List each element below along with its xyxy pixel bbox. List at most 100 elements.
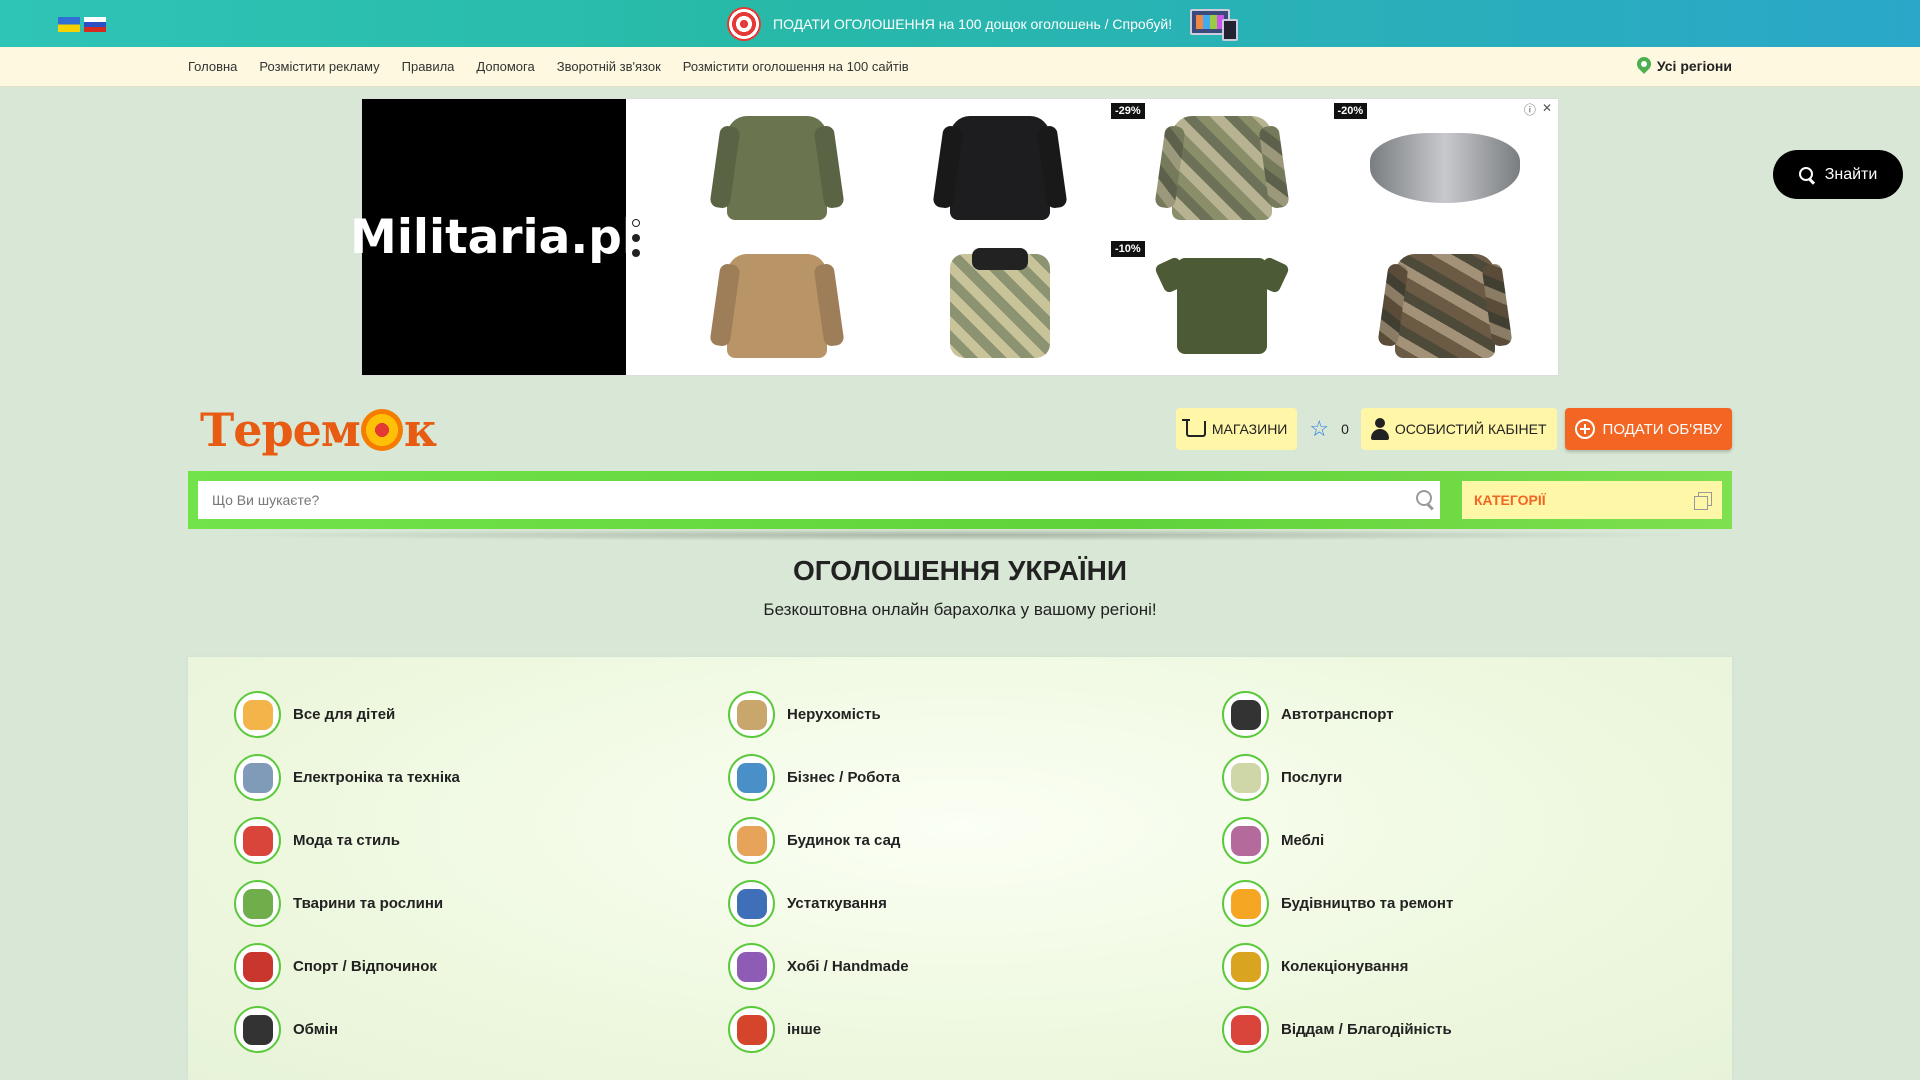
category-label: Тварини та рослини	[293, 895, 444, 912]
star-icon: ☆	[1309, 416, 1330, 441]
category-item[interactable]: Будинок та сад	[728, 817, 1222, 864]
ad-product[interactable]: -29%	[1111, 99, 1334, 237]
category-label: Віддам / Благодійність	[1281, 1021, 1452, 1038]
search-icon	[1798, 166, 1815, 183]
categories-panel: Все для дітей Нерухомість Автотранспорт Еле…	[188, 657, 1732, 1080]
category-item[interactable]: Спорт / Відпочинок	[234, 943, 728, 990]
category-icon	[234, 880, 281, 927]
category-icon	[728, 943, 775, 990]
nav-link-feedback[interactable]: Зворотній зв'язок	[557, 59, 661, 74]
category-label: Будинок та сад	[787, 832, 901, 849]
post-ad-button[interactable]: ПОДАТИ ОБ'ЯВУ	[1564, 408, 1732, 450]
discount-badge: -29%	[1111, 103, 1145, 119]
page-subtitle: Безкоштовна онлайн барахолка у вашому ре…	[763, 600, 1157, 619]
ad-close-icon[interactable]: ✕	[1542, 101, 1552, 118]
nav-link-100-sites[interactable]: Розмістити оголошення на 100 сайтів	[683, 59, 909, 74]
site-logo[interactable]: Терем к	[200, 402, 437, 458]
category-label: Хобі / Handmade	[787, 958, 909, 975]
cart-icon	[1181, 419, 1206, 437]
category-icon	[1222, 943, 1269, 990]
category-icon	[234, 943, 281, 990]
user-icon	[1370, 418, 1389, 440]
ad-banner[interactable]: Militaria.pl -29% -20% -10% ⓘ ✕	[350, 98, 1559, 376]
category-item[interactable]: Електроніка та техніка	[234, 754, 728, 801]
category-item[interactable]: Автотранспорт	[1222, 691, 1716, 738]
category-item[interactable]: Тварини та рослини	[234, 880, 728, 927]
ad-controls: ⓘ ✕	[1524, 101, 1552, 118]
category-item[interactable]: Устаткування	[728, 880, 1222, 927]
category-item[interactable]: Меблі	[1222, 817, 1716, 864]
black-jacket-image	[949, 116, 1050, 220]
category-icon	[728, 880, 775, 927]
ad-product[interactable]: -20%	[1333, 99, 1557, 237]
search-icon[interactable]	[1416, 490, 1436, 510]
category-icon	[234, 754, 281, 801]
camo-shirt-image	[1172, 116, 1273, 220]
category-icon	[728, 817, 775, 864]
page-title: ОГОЛОШЕННЯ УКРАЇНИ	[793, 555, 1127, 586]
carousel-dot[interactable]	[632, 219, 640, 227]
carousel-dot[interactable]	[632, 234, 640, 242]
category-item[interactable]: Нерухомість	[728, 691, 1222, 738]
shops-button[interactable]: МАГАЗИНИ	[1175, 408, 1298, 450]
category-icon	[234, 1006, 281, 1053]
category-select[interactable]: КАТЕГОРІЇ	[1462, 481, 1722, 519]
promo-text[interactable]: ПОДАТИ ОГОЛОШЕННЯ на 100 дощок оголошень…	[773, 16, 1172, 32]
category-item[interactable]: Бізнес / Робота	[728, 754, 1222, 801]
ad-product[interactable]: -10%	[1111, 237, 1334, 375]
sun-icon	[360, 409, 403, 451]
category-label: Бізнес / Робота	[787, 769, 900, 786]
category-item[interactable]: Віддам / Благодійність	[1222, 1006, 1716, 1053]
ad-product-grid: -29% -20% -10%	[666, 99, 1556, 375]
logo-wordmark: Терем к	[200, 403, 437, 457]
ad-product[interactable]	[889, 99, 1112, 237]
category-item[interactable]: Послуги	[1222, 754, 1716, 801]
nav-link-advertise[interactable]: Розмістити рекламу	[259, 59, 379, 74]
category-item[interactable]: Колекціонування	[1222, 943, 1716, 990]
ad-info-icon[interactable]: ⓘ	[1524, 101, 1536, 118]
safety-glasses-image	[1369, 133, 1520, 203]
category-item[interactable]: Мода та стиль	[234, 817, 728, 864]
tan-jacket-image	[727, 254, 828, 358]
floating-search-label: Знайти	[1824, 165, 1878, 183]
category-icon	[728, 691, 775, 738]
target-icon	[727, 7, 761, 41]
category-label: Нерухомість	[787, 706, 881, 723]
promo-bar: ПОДАТИ ОГОЛОШЕННЯ на 100 дощок оголошень…	[0, 0, 1920, 47]
category-icon	[1222, 817, 1269, 864]
ad-product[interactable]	[1334, 237, 1557, 375]
nav-link-help[interactable]: Допомога	[476, 59, 534, 74]
ad-product[interactable]	[666, 237, 889, 375]
nav-link-rules[interactable]: Правила	[402, 59, 455, 74]
nav-link-home[interactable]: Головна	[188, 59, 237, 74]
flag-russia-icon[interactable]	[84, 17, 106, 32]
category-icon	[728, 754, 775, 801]
favorites-link[interactable]: ☆ 0	[1305, 418, 1353, 440]
category-item[interactable]: Все для дітей	[234, 691, 728, 738]
category-item[interactable]: Хобі / Handmade	[728, 943, 1222, 990]
language-switcher	[58, 17, 106, 32]
ad-product[interactable]	[889, 237, 1112, 375]
category-label: Все для дітей	[293, 706, 396, 723]
floating-search-button[interactable]: Знайти	[1773, 150, 1903, 199]
promo-link[interactable]: ПОДАТИ ОГОЛОШЕННЯ на 100 дощок оголошень…	[727, 6, 1239, 42]
flag-ukraine-icon[interactable]	[58, 17, 80, 32]
category-label: Устаткування	[787, 895, 887, 912]
category-item[interactable]: інше	[728, 1006, 1222, 1053]
ad-product[interactable]	[666, 99, 889, 237]
category-item[interactable]: Будівництво та ремонт	[1222, 880, 1716, 927]
personal-cabinet-button[interactable]: ОСОБИСТИЙ КАБІНЕТ	[1360, 408, 1557, 450]
category-label: Будівництво та ремонт	[1281, 895, 1454, 912]
category-icon	[1222, 691, 1269, 738]
carousel-dot[interactable]	[632, 249, 640, 257]
region-selector[interactable]: Усі регіони	[1637, 57, 1732, 75]
location-pin-icon	[1637, 57, 1651, 75]
search-input[interactable]	[198, 481, 1440, 519]
ad-brand-logo[interactable]: Militaria.pl	[350, 99, 638, 375]
category-label: Колекціонування	[1281, 958, 1409, 975]
category-icon	[1222, 1006, 1269, 1053]
category-icon	[1222, 880, 1269, 927]
favorites-count: 0	[1341, 421, 1349, 437]
category-item[interactable]: Обмін	[234, 1006, 728, 1053]
category-icon	[234, 817, 281, 864]
